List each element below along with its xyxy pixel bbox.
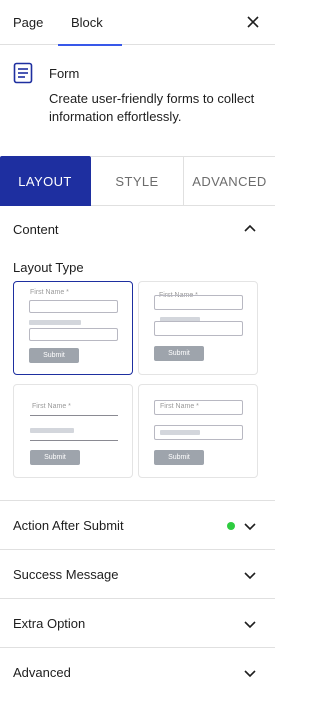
tab-page[interactable]: Page <box>13 0 43 45</box>
submit-button-preview: Submit <box>29 348 79 363</box>
chevron-down-icon <box>243 519 257 533</box>
first-name-input-preview <box>29 300 118 313</box>
second-input-preview <box>154 321 243 336</box>
first-name-input-preview <box>154 295 243 310</box>
block-card: Form Create user-friendly forms to colle… <box>0 45 275 156</box>
chevron-up-icon <box>243 222 257 236</box>
first-name-underline-preview <box>30 415 118 416</box>
panel-extra-option[interactable]: Extra Option <box>0 598 275 647</box>
block-title: Form <box>49 66 80 81</box>
layout-option-1[interactable]: First Name * Submit <box>13 281 133 375</box>
submit-button-preview: Submit <box>154 346 204 361</box>
panel-title: Action After Submit <box>13 518 124 533</box>
tab-advanced[interactable]: ADVANCED <box>184 156 275 206</box>
submit-button-preview: Submit <box>154 450 204 465</box>
layout-type-label: Layout Type <box>13 260 84 275</box>
sidebar-header-tabs: Page Block <box>0 0 275 46</box>
first-name-label: First Name * <box>30 289 69 296</box>
tab-block[interactable]: Block <box>58 0 122 46</box>
panel-title: Success Message <box>13 567 119 582</box>
second-input-preview <box>29 328 118 341</box>
close-icon[interactable] <box>243 12 263 32</box>
panel-advanced[interactable]: Advanced <box>0 647 275 696</box>
panel-action-after-submit[interactable]: Action After Submit <box>0 500 275 549</box>
panel-success-message[interactable]: Success Message <box>0 549 275 598</box>
panel-title: Advanced <box>13 665 71 680</box>
layout-option-2[interactable]: First Name * Submit <box>138 281 258 375</box>
chevron-down-icon <box>243 568 257 582</box>
content-panel-title: Content <box>13 222 59 237</box>
form-block-icon <box>13 62 33 84</box>
tab-style[interactable]: STYLE <box>91 156 184 206</box>
submit-button-preview: Submit <box>30 450 80 465</box>
settings-tabs: LAYOUT STYLE ADVANCED <box>0 156 275 206</box>
field-placeholder-bar <box>30 428 74 433</box>
field-placeholder-bar <box>29 320 81 325</box>
content-panel-header[interactable]: Content <box>0 206 275 252</box>
field-placeholder-bar <box>160 430 200 435</box>
chevron-down-icon <box>243 666 257 680</box>
chevron-down-icon <box>243 617 257 631</box>
layout-option-3[interactable]: First Name * Submit <box>13 384 133 478</box>
block-description: Create user-friendly forms to collect in… <box>49 91 255 124</box>
second-underline-preview <box>30 440 118 441</box>
tab-layout[interactable]: LAYOUT <box>0 156 91 206</box>
first-name-label: First Name * <box>160 403 199 410</box>
layout-option-4[interactable]: First Name * Submit <box>138 384 258 478</box>
status-indicator <box>227 522 235 530</box>
first-name-label: First Name * <box>32 403 71 410</box>
panel-title: Extra Option <box>13 616 86 631</box>
